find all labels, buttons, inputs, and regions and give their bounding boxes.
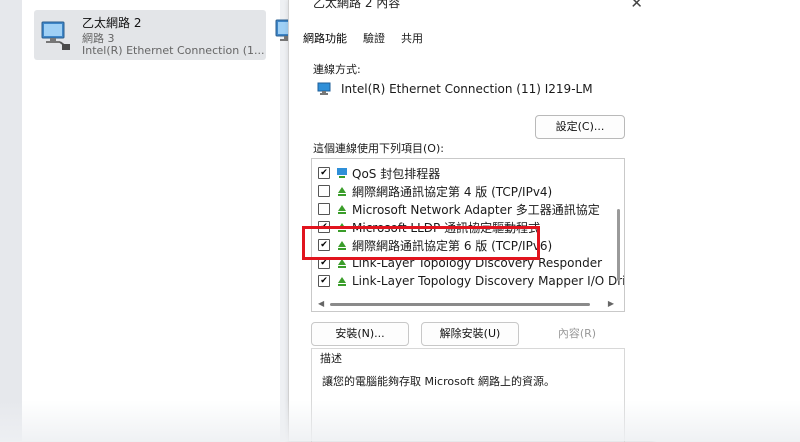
scroll-right-icon[interactable]: ▶ [608, 299, 614, 308]
checkbox-lltd-responder[interactable]: ✔ [318, 257, 330, 269]
network-connections-panel: 乙太網路 2 網路 3 Intel(R) Ethernet Connection… [22, 0, 302, 441]
properties-dialog: 乙太網路 2 內容 ✕ 網路功能 驗證 共用 連線方式: Intel(R) Et… [288, 0, 655, 442]
item-label: Microsoft Network Adapter 多工器通訊協定 [352, 202, 600, 217]
vertical-scrollbar[interactable] [617, 209, 620, 281]
checkbox-ipv4[interactable] [318, 185, 330, 197]
protocol-icon [338, 187, 346, 196]
scroll-thumb[interactable] [330, 303, 590, 306]
connect-using-label: 連線方式: [313, 63, 361, 76]
checkbox-multiplexor[interactable] [318, 203, 330, 215]
checkbox-qos[interactable]: ✔ [318, 167, 330, 179]
checkbox-lltd-mapper[interactable]: ✔ [318, 275, 330, 287]
item-label: QoS 封包排程器 [352, 166, 441, 181]
list-item[interactable]: ✔ Link-Layer Topology Discovery Responde… [312, 254, 602, 272]
item-label: 網際網路通訊協定第 4 版 (TCP/IPv4) [352, 184, 553, 199]
dialog-tabs: 網路功能 驗證 共用 [303, 28, 423, 48]
network-adapter-item[interactable]: 乙太網路 2 網路 3 Intel(R) Ethernet Connection… [34, 10, 266, 60]
protocol-icon [338, 277, 346, 286]
tab-sharing[interactable]: 共用 [401, 28, 423, 48]
checkbox-ipv6[interactable]: ✔ [318, 239, 330, 251]
list-item[interactable]: ✔ 網際網路通訊協定第 6 版 (TCP/IPv6) [312, 236, 552, 254]
protocol-icon [338, 241, 346, 250]
network-adapter-icon [317, 82, 331, 95]
item-label: 網際網路通訊協定第 6 版 (TCP/IPv6) [352, 238, 553, 253]
checkbox-lldp[interactable]: ✔ [318, 221, 330, 233]
item-label: Link-Layer Topology Discovery Mapper I/O… [352, 274, 625, 288]
list-item[interactable]: ✔ Link-Layer Topology Discovery Mapper I… [312, 272, 625, 290]
description-title: 描述 [318, 350, 344, 366]
tab-networking[interactable]: 網路功能 [303, 28, 347, 48]
scroll-left-icon[interactable]: ◀ [318, 299, 324, 308]
window-left-edge [0, 0, 23, 441]
item-label: Microsoft LLDP 通訊協定驅動程式 [352, 220, 541, 235]
network-adapter-icon [41, 21, 70, 50]
background-area [655, 0, 800, 441]
items-label: 這個連線使用下列項目(O): [313, 142, 444, 155]
uninstall-button[interactable]: 解除安裝(U) [421, 322, 519, 346]
adapter-title: 乙太網路 2 [82, 16, 142, 30]
protocol-icon [338, 223, 346, 232]
description-text: 讓您的電腦能夠存取 Microsoft 網路上的資源。 [322, 375, 556, 388]
item-label: Link-Layer Topology Discovery Responder [352, 256, 603, 270]
protocol-icon [338, 259, 346, 268]
list-item[interactable]: ✔ Microsoft LLDP 通訊協定驅動程式 [312, 218, 540, 236]
qos-icon [337, 168, 347, 178]
properties-button[interactable]: 內容(R) [529, 322, 625, 346]
adapter-row: Intel(R) Ethernet Connection (11) I219-L… [317, 82, 593, 96]
configure-button[interactable]: 設定(C)... [535, 115, 625, 139]
horizontal-scrollbar[interactable]: ◀ ▶ [318, 299, 614, 308]
dialog-title: 乙太網路 2 內容 [313, 0, 401, 10]
list-item[interactable]: Microsoft Network Adapter 多工器通訊協定 [312, 200, 600, 218]
adapter-device-name: Intel(R) Ethernet Connection (1... [82, 44, 265, 57]
protocol-icon [338, 205, 346, 214]
close-icon[interactable]: ✕ [630, 0, 643, 12]
tab-authentication[interactable]: 驗證 [363, 28, 385, 48]
description-group: 描述 讓您的電腦能夠存取 Microsoft 網路上的資源。 [311, 348, 625, 442]
adapter-name: Intel(R) Ethernet Connection (11) I219-L… [341, 82, 593, 96]
components-list[interactable]: ✔ QoS 封包排程器 網際網路通訊協定第 4 版 (TCP/IPv4) Mic… [311, 158, 625, 312]
list-item[interactable]: ✔ QoS 封包排程器 [312, 164, 440, 182]
list-item[interactable]: 網際網路通訊協定第 4 版 (TCP/IPv4) [312, 182, 552, 200]
install-button[interactable]: 安裝(N)... [311, 322, 409, 346]
